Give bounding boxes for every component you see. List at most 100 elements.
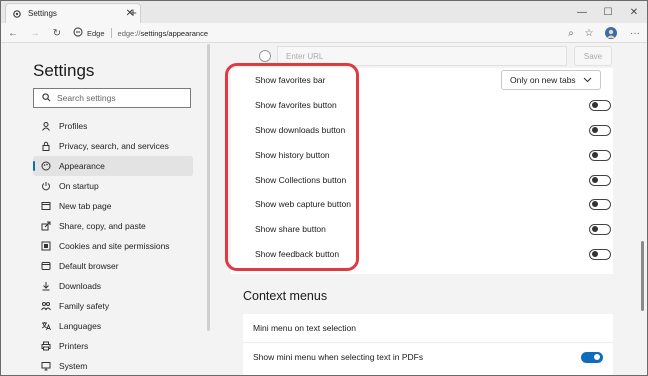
address-divider: [110, 28, 112, 38]
downloads-button-toggle[interactable]: [589, 124, 611, 136]
setting-label: Show Collections button: [255, 175, 347, 185]
setting-label: Show mini menu when selecting text in PD…: [253, 352, 424, 362]
save-button[interactable]: Save: [574, 46, 612, 66]
lock-icon: [41, 141, 51, 151]
browser-icon: [41, 261, 51, 271]
sidebar-item-label: System: [59, 361, 88, 371]
sidebar-item-profiles[interactable]: Profiles: [33, 116, 193, 136]
setting-row-downloads-button: Show downloads button: [243, 118, 611, 142]
history-button-toggle[interactable]: [589, 149, 611, 161]
custom-url-row: Enter URL Save: [259, 46, 619, 66]
main-scrollbar[interactable]: [641, 241, 644, 311]
more-options-icon[interactable]: ···: [627, 25, 643, 41]
search-icon: [42, 92, 51, 104]
favorites-button-toggle[interactable]: [589, 99, 611, 111]
setting-row-share-button: Show share button: [243, 217, 611, 241]
sidebar-nav: Profiles Privacy, search, and services A…: [33, 116, 193, 375]
favorites-bar-dropdown[interactable]: Only on new tabs: [501, 70, 601, 90]
tab-strip: Settings ✕ + — ☐ ✕: [1, 1, 647, 23]
setting-row-history-button: Show history button: [243, 143, 611, 167]
sidebar-item-cookies[interactable]: Cookies and site permissions: [33, 236, 193, 256]
language-icon: [41, 321, 51, 331]
sidebar-item-label: Default browser: [59, 261, 119, 271]
web-capture-button-toggle[interactable]: [589, 198, 611, 210]
palette-icon: [41, 161, 51, 171]
sidebar-item-label: Languages: [59, 321, 102, 331]
sidebar-item-label: Downloads: [59, 281, 102, 291]
setting-row-web-capture-button: Show web capture button: [243, 192, 611, 216]
url-prefix: edge://: [117, 28, 141, 38]
custom-url-radio[interactable]: [259, 50, 271, 62]
forward-icon[interactable]: →: [27, 25, 43, 41]
url-text: edge://settings/appearance: [118, 29, 209, 38]
sidebar-item-label: Family safety: [59, 301, 110, 311]
maximize-icon[interactable]: ☐: [595, 1, 621, 23]
sidebar-item-on-startup[interactable]: On startup: [33, 176, 193, 196]
close-window-icon[interactable]: ✕: [621, 1, 647, 23]
sidebar-item-label: Cookies and site permissions: [59, 241, 170, 251]
browser-window: Settings ✕ + — ☐ ✕ ← → ↻ Edge edge://set…: [0, 0, 648, 376]
address-bar[interactable]: Edge edge://settings/appearance: [73, 25, 593, 41]
share-button-toggle[interactable]: [589, 223, 611, 235]
gear-icon: [12, 9, 22, 19]
family-icon: [41, 301, 51, 311]
site-label: Edge: [87, 28, 105, 38]
page-title: Settings: [33, 61, 95, 80]
tab-settings[interactable]: Settings ✕: [5, 3, 141, 23]
pdf-mini-menu-toggle[interactable]: [581, 351, 603, 363]
settings-main: Enter URL Save Show favorites bar Only o…: [211, 44, 647, 375]
sidebar-item-appearance[interactable]: Appearance: [33, 156, 193, 176]
url-input[interactable]: Enter URL: [277, 46, 567, 66]
setting-label: Show web capture button: [255, 199, 351, 209]
context-menus-heading: Context menus: [243, 289, 328, 303]
new-tab-button[interactable]: +: [125, 4, 141, 20]
setting-label: Show history button: [255, 150, 330, 160]
printer-icon: [41, 341, 51, 351]
feedback-button-toggle[interactable]: [589, 248, 611, 260]
chevron-down-icon: [583, 75, 592, 85]
setting-label: Show favorites button: [255, 100, 337, 110]
setting-label: Show share button: [255, 224, 326, 234]
setting-row-collections-button: Show Collections button: [243, 168, 611, 192]
setting-label: Show favorites bar: [255, 75, 326, 85]
url-path: settings/appearance: [140, 28, 209, 38]
avatar[interactable]: [603, 25, 619, 41]
sidebar-item-system[interactable]: System: [33, 356, 193, 375]
setting-row-favorites-button: Show favorites button: [243, 93, 611, 117]
setting-row-favorites-bar: Show favorites bar Only on new tabs: [243, 68, 601, 92]
sidebar-item-label: Profiles: [59, 121, 88, 131]
sidebar-item-label: On startup: [59, 181, 99, 191]
sidebar-item-new-tab-page[interactable]: New tab page: [33, 196, 193, 216]
edge-logo-icon: [73, 27, 83, 39]
search-box[interactable]: [33, 88, 191, 108]
toolbar-settings-card: Show favorites bar Only on new tabs Show…: [231, 68, 613, 274]
newtab-icon: [41, 201, 51, 211]
sidebar-item-label: Printers: [59, 341, 89, 351]
mini-menu-heading: Mini menu on text selection: [253, 323, 356, 333]
setting-label: Show downloads button: [255, 125, 346, 135]
search-input[interactable]: [57, 93, 177, 103]
sidebar-item-privacy[interactable]: Privacy, search, and services: [33, 136, 193, 156]
sidebar-item-downloads[interactable]: Downloads: [33, 276, 193, 296]
zoom-icon[interactable]: ⌕: [563, 25, 579, 41]
refresh-icon[interactable]: ↻: [49, 25, 65, 41]
minimize-icon[interactable]: —: [569, 1, 595, 23]
sidebar-item-family-safety[interactable]: Family safety: [33, 296, 193, 316]
collections-button-toggle[interactable]: [589, 174, 611, 186]
sidebar-item-label: Privacy, search, and services: [59, 141, 169, 151]
power-icon: [41, 181, 51, 191]
favorites-icon[interactable]: ☆: [581, 25, 597, 41]
sidebar-item-languages[interactable]: Languages: [33, 316, 193, 336]
address-toolbar: ← → ↻ Edge edge://settings/appearance ⌕ …: [1, 23, 647, 43]
settings-sidebar: Settings Profiles Privacy, search, and s…: [1, 44, 211, 375]
sidebar-item-label: Appearance: [59, 161, 105, 171]
sidebar-scrollbar[interactable]: [207, 44, 210, 331]
setting-label: Show feedback button: [255, 249, 340, 259]
sidebar-item-printers[interactable]: Printers: [33, 336, 193, 356]
sidebar-item-label: New tab page: [59, 201, 112, 211]
sidebar-item-default-browser[interactable]: Default browser: [33, 256, 193, 276]
sidebar-item-label: Share, copy, and paste: [59, 221, 146, 231]
back-icon[interactable]: ←: [5, 25, 21, 41]
sidebar-item-share[interactable]: Share, copy, and paste: [33, 216, 193, 236]
profile-icon: [41, 121, 51, 131]
